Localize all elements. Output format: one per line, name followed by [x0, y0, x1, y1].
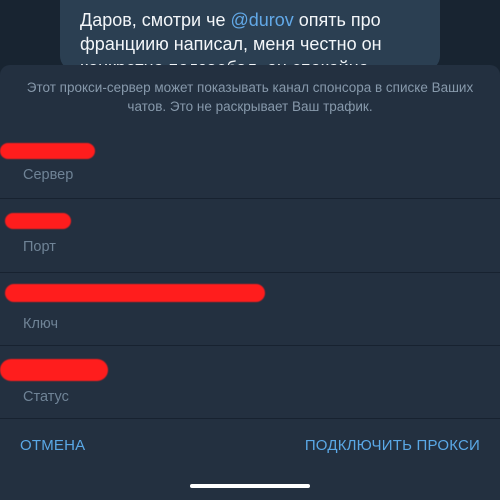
redacted-port-value: [5, 213, 71, 229]
message-text: Даров, смотри че @durov опять про франци…: [80, 8, 432, 70]
message-text-start: Даров, смотри че: [80, 10, 231, 30]
field-key: Ключ: [0, 272, 500, 346]
field-key-label: Ключ: [23, 316, 59, 332]
redacted-status-value: [0, 359, 108, 381]
message-bubble[interactable]: Даров, смотри че @durov опять про франци…: [60, 0, 440, 70]
field-port-label: Порт: [23, 239, 56, 255]
mention-link[interactable]: @durov: [230, 10, 293, 30]
field-server: Сервер: [0, 125, 500, 199]
redacted-server-value: [0, 143, 95, 159]
field-port: Порт: [0, 199, 500, 273]
sponsor-notice: Этот прокси-сервер может показывать кана…: [26, 80, 474, 114]
proxy-sheet: Этот прокси-сервер может показывать кана…: [0, 65, 500, 500]
field-server-label: Сервер: [23, 167, 74, 183]
home-indicator[interactable]: [190, 484, 310, 488]
field-status: Статус: [0, 345, 500, 419]
field-status-label: Статус: [23, 389, 69, 405]
redacted-key-value: [5, 284, 265, 302]
cancel-button[interactable]: ОТМЕНА: [20, 437, 85, 454]
connect-proxy-button[interactable]: ПОДКЛЮЧИТЬ ПРОКСИ: [305, 437, 480, 454]
